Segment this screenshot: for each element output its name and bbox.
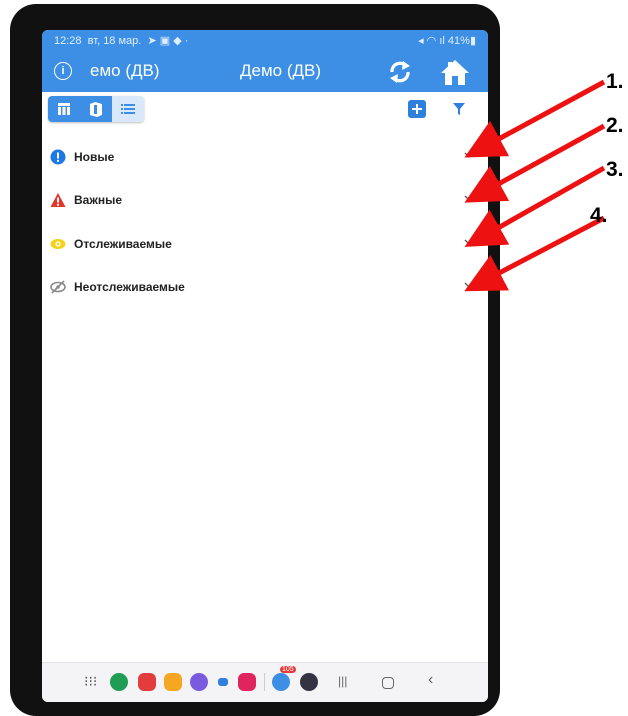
annotation-3: 3. — [606, 158, 624, 181]
annotation-1: 1. — [606, 70, 624, 93]
annotation-4: 4. — [590, 204, 608, 227]
annotation-2: 2. — [606, 114, 624, 137]
annotation-arrows — [464, 79, 606, 292]
